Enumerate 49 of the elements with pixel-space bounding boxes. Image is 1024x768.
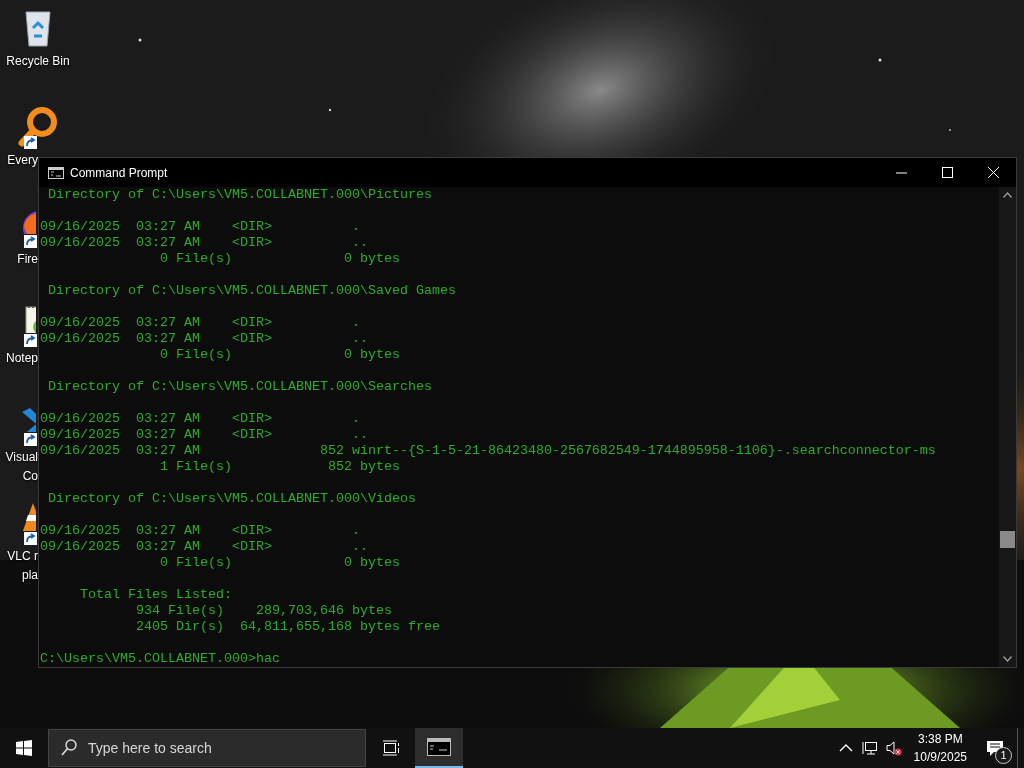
icon-label[interactable]: pla — [22, 568, 38, 583]
search-field[interactable]: Type here to search — [48, 729, 366, 767]
console-line: Directory of C:\Users\VM5.COLLABNET.000\Videos — [47, 491, 417, 507]
console-line: 0 File(s) 0 bytes — [158, 251, 401, 267]
console-line: 09/16/2025 03:27 AM <DIR> .. — [40, 539, 369, 555]
console-line: 09/16/2025 03:27 AM <DIR> . — [40, 523, 361, 539]
windows-logo-icon — [16, 740, 32, 756]
search-icon — [61, 739, 77, 757]
network-icon[interactable] — [861, 740, 878, 756]
notification-count: 1 — [995, 747, 1012, 764]
magnifier-icon[interactable] — [16, 105, 60, 149]
console-line: 09/16/2025 03:27 AM <DIR> . — [40, 411, 361, 427]
task-view-icon[interactable] — [382, 740, 400, 756]
console-line: 09/16/2025 03:27 AM <DIR> . — [40, 315, 361, 331]
icon-label[interactable]: Notep — [5, 351, 38, 366]
console-line: 0 File(s) 0 bytes — [158, 555, 401, 571]
icon-label[interactable]: Every — [7, 153, 38, 168]
taskbar-app[interactable] — [415, 728, 463, 768]
console-line: C:\Users\VM5.COLLABNET.000>hac — [40, 651, 281, 667]
icon-label[interactable]: Recycle Bin — [6, 54, 70, 69]
icon-label[interactable]: Co — [22, 469, 38, 484]
console-line: Directory of C:\Users\VM5.COLLABNET.000\Searches — [47, 379, 433, 395]
muted-speaker-icon[interactable] — [885, 740, 902, 756]
close-icon — [987, 167, 999, 178]
icon-label[interactable]: Fire — [17, 252, 38, 267]
console-line: 09/16/2025 03:27 AM <DIR> .. — [40, 331, 369, 347]
console-line: 0 File(s) 0 bytes — [158, 347, 401, 363]
console-line: Total Files Listed: — [79, 587, 233, 603]
console-icon — [48, 166, 64, 179]
console-line: 09/16/2025 03:27 AM <DIR> . — [40, 219, 361, 235]
clock-time[interactable]: 3:38 PM — [917, 730, 963, 748]
maximize-icon — [941, 167, 953, 178]
scrollbar[interactable] — [999, 187, 1016, 667]
window-title: Command Prompt — [70, 165, 169, 180]
scroll-thumb[interactable] — [1000, 531, 1015, 548]
console-line: 09/16/2025 03:27 AM <DIR> .. — [40, 235, 369, 251]
console-line: 934 File(s) 289,703,646 bytes — [134, 603, 393, 619]
console-line: 09/16/2025 03:27 AM <DIR> .. — [40, 427, 369, 443]
scroll-up-icon[interactable] — [1003, 192, 1012, 198]
clock-date[interactable]: 10/9/2025 — [913, 748, 967, 766]
console-line: 2405 Dir(s) 64,811,655,168 bytes free — [134, 619, 441, 635]
console-icon — [427, 738, 451, 756]
console-line: Directory of C:\Users\VM5.COLLABNET.000\Pictures — [47, 187, 433, 203]
scroll-down-icon[interactable] — [1003, 656, 1012, 662]
icon-label[interactable]: Visual — [5, 450, 38, 465]
console-line: 1 File(s) 852 bytes — [158, 459, 401, 475]
console-line: 09/16/2025 03:27 AM 852 winrt--{S-1-5-21-86423480-2567682549-1744895958-1106}-.searchconnector-ms — [40, 443, 937, 459]
console-line: Directory of C:\Users\VM5.COLLABNET.000\Saved Games — [47, 283, 457, 299]
icon-label[interactable]: VLC r — [7, 549, 38, 564]
